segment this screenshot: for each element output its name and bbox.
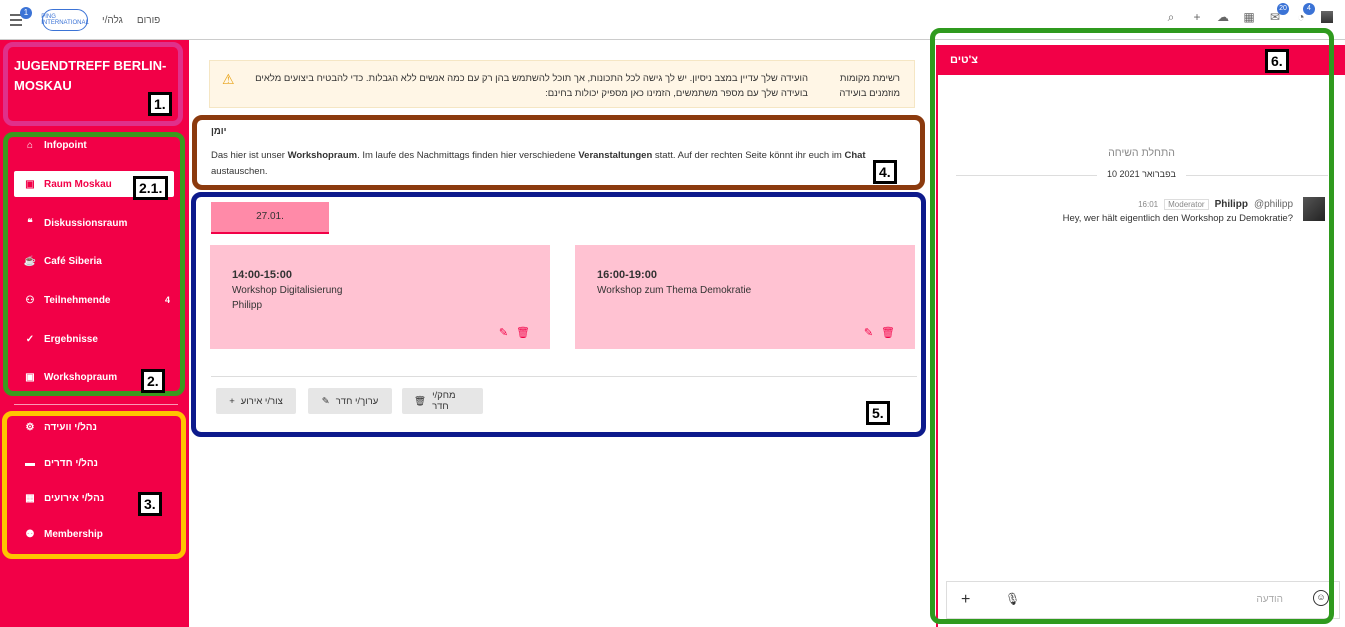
menu-icon[interactable]: 1 <box>10 7 32 27</box>
annotation-label-3: 3. <box>138 492 162 516</box>
bell-icon[interactable]: ◔ 4 <box>1295 3 1315 24</box>
trial-warning: ⚠ הועידה שלך עדיין במצב ניסיון. יש לך גי… <box>209 60 915 108</box>
annotation-box-5 <box>191 192 926 437</box>
menu-badge: 1 <box>20 7 32 19</box>
mail-icon[interactable]: ✉ 20 <box>1269 3 1289 24</box>
annotation-label-6: 6. <box>1265 49 1289 73</box>
annotation-box-2 <box>3 132 185 396</box>
annotation-box-6 <box>930 28 1334 624</box>
nav-link-forum[interactable]: פורום <box>137 15 160 26</box>
user-avatar[interactable] <box>1321 11 1333 23</box>
annotation-label-2: 2. <box>141 369 165 393</box>
warning-text: הועידה שלך עדיין במצב ניסיון. יש לך גישה… <box>255 73 808 99</box>
nav-link-discover[interactable]: גלה/י <box>102 15 123 26</box>
bell-badge: 4 <box>1303 3 1315 15</box>
annotation-label-1: 1. <box>148 92 172 116</box>
calendar-icon[interactable]: ▦ <box>1243 10 1255 24</box>
cloud-icon[interactable]: ☁ <box>1217 10 1229 24</box>
annotation-box-4 <box>192 115 925 190</box>
sidebar-divider <box>14 404 178 405</box>
warning-link[interactable]: רשימת מקומות מוזמנים בועידה <box>810 71 900 101</box>
annotation-label-5: 5. <box>866 401 890 425</box>
plus-icon[interactable]: + <box>1191 10 1203 24</box>
logo[interactable]: PING INTERNATIONAL <box>41 9 89 31</box>
annotation-label-2-1: 2.1. <box>133 176 169 200</box>
warning-icon: ⚠ <box>222 71 235 87</box>
mail-badge: 20 <box>1277 3 1289 15</box>
annotation-label-4: 4. <box>873 160 897 184</box>
annotation-box-3 <box>2 411 186 559</box>
search-icon[interactable]: ⌕ <box>1165 10 1177 24</box>
